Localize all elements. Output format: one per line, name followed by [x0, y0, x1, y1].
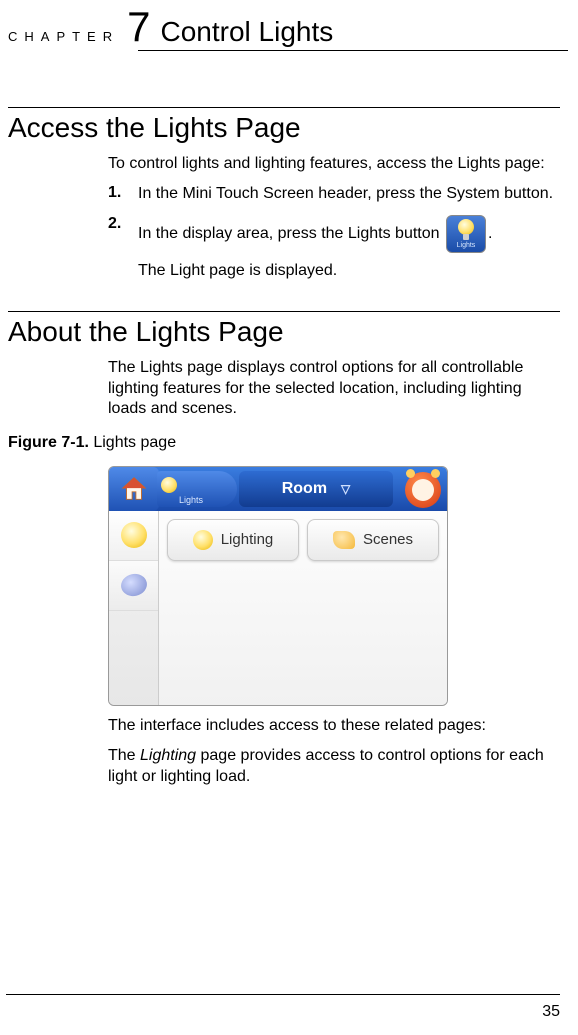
- tab-lighting[interactable]: Lighting: [167, 519, 299, 561]
- chapter-header: CHAPTER 7 Control Lights: [8, 0, 560, 52]
- body-text: The Lighting page provides access to con…: [108, 746, 560, 787]
- bulb-icon: [121, 522, 147, 548]
- step-number: 1.: [108, 184, 138, 204]
- home-button[interactable]: [109, 467, 159, 511]
- section-access-lights: Access the Lights Page To control lights…: [8, 107, 560, 281]
- lights-page-screenshot: Lights Room ▽: [108, 466, 448, 706]
- step-text-part: In the display area, press the Lights bu…: [138, 225, 444, 242]
- clock-button[interactable]: [405, 472, 441, 508]
- step-result: The Light page is displayed.: [138, 261, 560, 281]
- sidebar-item-lights[interactable]: [109, 511, 158, 561]
- section-intro: The Lights page displays control options…: [108, 358, 560, 419]
- chapter-title: Control Lights: [160, 16, 333, 52]
- breadcrumb-lights[interactable]: Lights: [157, 471, 237, 507]
- room-dropdown[interactable]: Room ▽: [239, 471, 393, 507]
- room-label: Room: [282, 480, 327, 498]
- screenshot-content: Lighting Scenes: [159, 511, 447, 705]
- step-1: 1. In the Mini Touch Screen header, pres…: [108, 184, 560, 204]
- chevron-down-icon: ▽: [341, 482, 350, 496]
- section-rule: [8, 311, 560, 312]
- home-icon: [119, 474, 149, 504]
- document-page: CHAPTER 7 Control Lights Access the Ligh…: [0, 0, 578, 1035]
- disc-icon: [118, 572, 148, 599]
- chapter-number: 7: [123, 6, 160, 48]
- bulb-base-icon: [463, 234, 469, 240]
- text-part: The: [108, 747, 140, 764]
- body-text: The interface includes access to these r…: [108, 716, 560, 736]
- screenshot-body: Lighting Scenes: [109, 511, 447, 705]
- section-intro: To control lights and lighting features,…: [108, 154, 560, 174]
- section-heading: Access the Lights Page: [8, 112, 560, 144]
- bulb-icon: [161, 477, 177, 493]
- bulb-icon: [193, 530, 213, 550]
- bell-icon: [406, 469, 415, 478]
- step-2: 2. In the display area, press the Lights…: [108, 215, 560, 281]
- ribbon-icon: [333, 531, 355, 549]
- step-number: 2.: [108, 215, 138, 281]
- step-text: In the Mini Touch Screen header, press t…: [138, 184, 560, 204]
- figure-caption: Figure 7-1. Lights page: [8, 434, 560, 452]
- tab-scenes[interactable]: Scenes: [307, 519, 439, 561]
- section-rule: [8, 107, 560, 108]
- figure-label-rest: Lights page: [89, 434, 176, 451]
- bulb-icon: [458, 219, 474, 235]
- page-number: 35: [542, 1003, 560, 1021]
- step-text-part: .: [488, 225, 492, 242]
- clock-face-icon: [412, 479, 434, 501]
- tab-label: Scenes: [363, 531, 413, 548]
- section-heading: About the Lights Page: [8, 316, 560, 348]
- screenshot-sidebar: [109, 511, 159, 705]
- breadcrumb-label: Lights: [179, 495, 203, 505]
- figure-label: Figure 7-1.: [8, 434, 89, 451]
- chapter-label: CHAPTER: [8, 30, 123, 43]
- text-emphasis: Lighting: [140, 747, 196, 764]
- lights-button-icon: Lights: [446, 215, 486, 253]
- sidebar-item-scenes[interactable]: [109, 561, 158, 611]
- tab-label: Lighting: [221, 531, 274, 548]
- screenshot-header: Lights Room ▽: [109, 467, 447, 511]
- lights-icon-label: Lights: [447, 242, 485, 251]
- bell-icon: [431, 469, 440, 478]
- section-about-lights: About the Lights Page The Lights page di…: [8, 311, 560, 787]
- footer-rule: [6, 994, 560, 995]
- step-text: In the display area, press the Lights bu…: [138, 215, 560, 281]
